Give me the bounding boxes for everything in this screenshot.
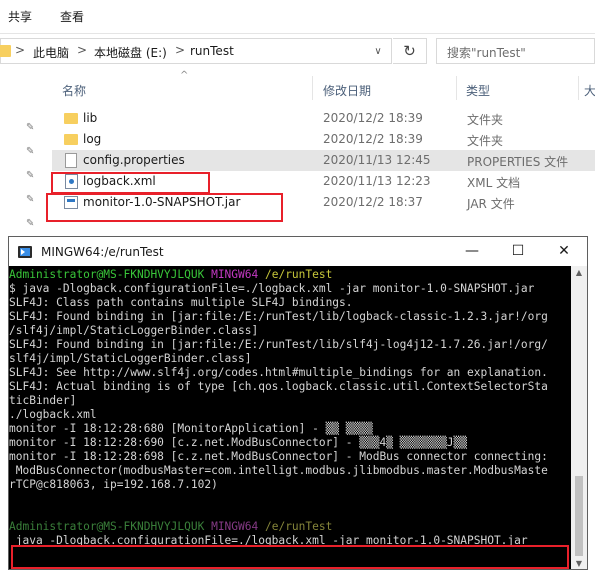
breadcrumb-local-disk[interactable]: 本地磁盘 (E:) [94, 44, 167, 61]
pin-icon: ✎ [26, 194, 35, 205]
close-button[interactable]: ✕ [541, 237, 587, 266]
terminal-line: rTCP@c818063, ip=192.168.7.102) [9, 478, 218, 491]
terminal-prompt-line: Administrator@MS-FKNDHVYJLQUK MINGW64 /e… [9, 520, 333, 533]
scrollbar-thumb[interactable] [575, 476, 583, 556]
xml-file-icon [65, 174, 78, 189]
terminal-line: SLF4J: Actual binding is of type [ch.qos… [9, 380, 548, 393]
breadcrumb-separator[interactable]: > [175, 43, 185, 57]
address-row: > 此电脑 > 本地磁盘 (E:) > runTest ∨ ↻ 搜索"runTe… [0, 36, 595, 67]
column-header-type[interactable]: 类型 [466, 82, 490, 99]
breadcrumb-separator[interactable]: > [15, 43, 25, 57]
pin-icon: ✎ [26, 122, 35, 133]
terminal-line: monitor -I 18:12:28:680 [MonitorApplicat… [9, 422, 373, 435]
file-type: 文件夹 [467, 134, 504, 148]
breadcrumb-separator[interactable]: > [77, 43, 87, 57]
column-header-name[interactable]: 名称 [62, 82, 86, 99]
terminal-line: SLF4J: Found binding in [jar:file:/E:/ru… [9, 310, 548, 323]
maximize-button[interactable]: ☐ [495, 237, 541, 266]
terminal-line: slf4j/impl/StaticLoggerBinder.class] [9, 352, 252, 365]
scroll-down-icon[interactable]: ▼ [571, 557, 587, 569]
terminal-titlebar[interactable]: MINGW64:/e/runTest — ☐ ✕ [9, 237, 587, 266]
address-bar[interactable]: > 此电脑 > 本地磁盘 (E:) > runTest ∨ [0, 38, 392, 64]
terminal-line: monitor -I 18:12:28:698 [c.z.net.ModBusC… [9, 450, 548, 463]
file-date: 2020/12/2 18:39 [323, 132, 423, 146]
file-row-config-properties[interactable]: config.properties 2020/11/13 12:45 PROPE… [52, 150, 595, 171]
file-type: PROPERTIES 文件 [467, 155, 569, 169]
refresh-icon: ↻ [403, 42, 416, 60]
file-row-log[interactable]: log 2020/12/2 18:39 文件夹 [52, 129, 595, 150]
column-header-date[interactable]: 修改日期 [323, 82, 371, 99]
pin-icon: ✎ [26, 170, 35, 181]
terminal-line: $ java -Dlogback.configurationFile=./log… [9, 282, 535, 295]
properties-file-icon [65, 153, 77, 168]
git-bash-icon [18, 246, 32, 258]
minimize-button[interactable]: — [449, 237, 495, 266]
folder-icon [64, 113, 78, 124]
terminal-line: SLF4J: Found binding in [jar:file:/E:/ru… [9, 338, 548, 351]
terminal-prompt-line: Administrator@MS-FKNDHVYJLQUK MINGW64 /e… [9, 268, 333, 281]
column-divider[interactable] [456, 76, 457, 100]
file-name: config.properties [83, 153, 185, 167]
search-placeholder: 搜索"runTest" [447, 46, 526, 60]
terminal-line: monitor -I 18:12:28:690 [c.z.net.ModBusC… [9, 436, 468, 449]
terminal-line: /slf4j/impl/StaticLoggerBinder.class] [9, 324, 259, 337]
terminal-window[interactable]: MINGW64:/e/runTest — ☐ ✕ Administrator@M… [8, 236, 588, 570]
chevron-down-icon[interactable]: ∨ [371, 45, 385, 59]
terminal-line: ./logback.xml [9, 408, 97, 421]
folder-icon [64, 134, 78, 145]
file-date: 2020/11/13 12:23 [323, 174, 431, 188]
file-date: 2020/12/2 18:39 [323, 111, 423, 125]
jar-file-icon [64, 196, 78, 209]
file-name: lib [83, 111, 98, 125]
file-date: 2020/11/13 12:45 [323, 153, 431, 167]
terminal-line: SLF4J: Class path contains multiple SLF4… [9, 296, 353, 309]
file-row-lib[interactable]: lib 2020/12/2 18:39 文件夹 [52, 108, 595, 129]
search-input[interactable]: 搜索"runTest" [436, 38, 595, 64]
file-row-monitor-jar[interactable]: monitor-1.0-SNAPSHOT.jar 2020/12/2 18:37… [52, 192, 595, 213]
terminal-line: SLF4J: See http://www.slf4j.org/codes.ht… [9, 366, 548, 379]
column-header-size[interactable]: 大 [584, 82, 595, 99]
pin-icon: ✎ [26, 218, 35, 229]
terminal-line: ModBusConnector(modbusMaster=com.intelli… [9, 464, 548, 477]
file-type: XML 文档 [467, 176, 521, 190]
file-date: 2020/12/2 18:37 [323, 195, 423, 209]
ribbon-tab-bar: 共享 查看 [0, 0, 595, 34]
tab-view[interactable]: 查看 [60, 8, 84, 25]
file-name: logback.xml [83, 174, 156, 188]
sort-ascending-icon: ^ [180, 70, 189, 81]
column-divider[interactable] [312, 76, 313, 100]
file-type: JAR 文件 [467, 197, 515, 211]
tab-share[interactable]: 共享 [8, 8, 32, 25]
terminal-scrollbar[interactable]: ▲ ▼ [571, 266, 587, 569]
file-name: log [83, 132, 102, 146]
refresh-button[interactable]: ↻ [393, 38, 427, 64]
terminal-last-command: java -Dlogback.configurationFile=./logba… [9, 534, 528, 547]
file-row-logback-xml[interactable]: logback.xml 2020/11/13 12:23 XML 文档 [52, 171, 595, 192]
folder-icon [0, 45, 11, 57]
scroll-up-icon[interactable]: ▲ [571, 266, 587, 280]
terminal-title: MINGW64:/e/runTest [41, 245, 164, 259]
column-divider[interactable] [578, 76, 579, 100]
file-name: monitor-1.0-SNAPSHOT.jar [83, 195, 241, 209]
terminal-output[interactable]: Administrator@MS-FKNDHVYJLQUK MINGW64 /e… [9, 266, 571, 569]
terminal-line: ticBinder] [9, 394, 77, 407]
pin-icon: ✎ [26, 146, 35, 157]
breadcrumb-this-pc[interactable]: 此电脑 [33, 44, 69, 61]
file-type: 文件夹 [467, 113, 504, 127]
breadcrumb-runtest[interactable]: runTest [190, 44, 234, 58]
